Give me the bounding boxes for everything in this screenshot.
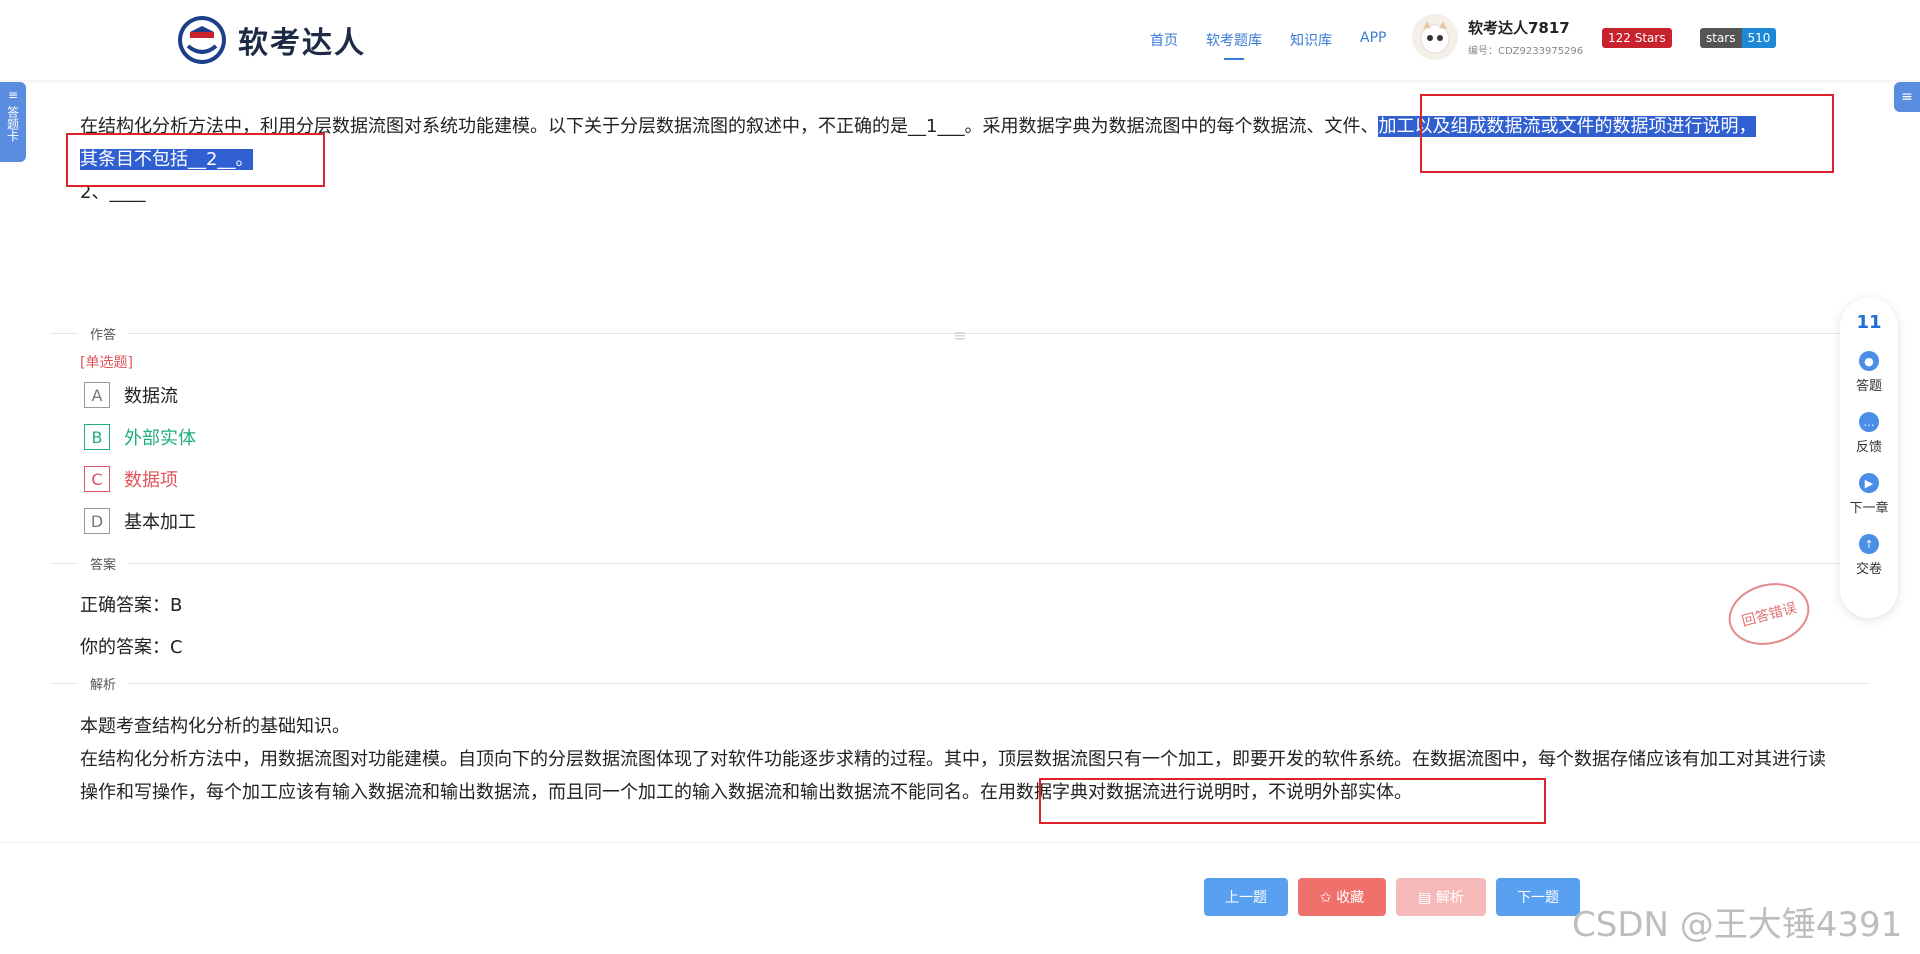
gitee-stars-badge[interactable]: 122 Stars: [1602, 28, 1672, 48]
option-letter: B: [84, 424, 110, 450]
user-profile[interactable]: 软考达人7817 编号：CDZ9233975296: [1412, 14, 1583, 60]
your-answer: 你的答案：C: [80, 637, 183, 658]
brand-name: 软考达人: [238, 26, 366, 61]
chat-icon: ●: [1858, 351, 1879, 371]
section-label-answer-area: 作答: [78, 324, 129, 343]
next-chapter-label: 下一章: [1849, 501, 1889, 516]
logo-icon: [178, 16, 226, 64]
submit-icon: ↑: [1858, 534, 1879, 554]
wrong-answer-stamp: 回答错误: [1721, 574, 1817, 654]
gitee-stars-label: 122 Stars: [1608, 31, 1666, 45]
annotation-box: [1039, 778, 1546, 824]
divider: [50, 563, 1870, 564]
feedback-button-label: 反馈: [1855, 440, 1882, 455]
cat-avatar-icon: [1420, 21, 1450, 54]
option-text: 外部实体: [124, 428, 196, 449]
main-nav: 首页 软考题库 知识库 APP: [1150, 30, 1414, 60]
skip-next-icon: ▶: [1858, 473, 1879, 493]
nav-question-bank[interactable]: 软考题库: [1206, 30, 1262, 60]
floating-toolbar: 11 ● 答题 … 反馈 ▶ 下一章 ↑ 交卷: [1840, 298, 1898, 618]
favorite-button[interactable]: ✩ 收藏: [1298, 878, 1386, 916]
github-stars-label: stars: [1700, 28, 1742, 48]
user-id: 编号：CDZ9233975296: [1468, 46, 1584, 57]
annotation-box: [66, 133, 325, 187]
analysis-intro: 本题考查结构化分析的基础知识。: [80, 716, 350, 737]
answer-button-label: 答题: [1855, 379, 1882, 394]
question-type: [单选题]: [80, 355, 133, 371]
submit-button-label: 交卷: [1855, 562, 1882, 577]
nav-home[interactable]: 首页: [1150, 30, 1178, 50]
divider: [50, 683, 1870, 684]
option-letter: C: [84, 466, 110, 492]
github-stars-count: 510: [1741, 28, 1777, 48]
github-stars-badge[interactable]: stars 510: [1700, 28, 1777, 48]
option-text: 数据项: [124, 470, 178, 491]
submit-button[interactable]: ↑ 交卷: [1856, 534, 1882, 577]
option-a[interactable]: A 数据流: [84, 382, 178, 408]
analysis-body: 在结构化分析方法中，用数据流图对功能建模。自顶向下的分层数据流图体现了对软件功能…: [80, 749, 1826, 803]
option-text: 基本加工: [124, 512, 196, 533]
brand-logo[interactable]: 软考达人: [176, 14, 366, 66]
drag-handle-icon[interactable]: ≡: [948, 326, 972, 345]
option-d[interactable]: D 基本加工: [84, 508, 196, 534]
avatar[interactable]: [1412, 14, 1458, 60]
question-counter: 11: [1856, 312, 1882, 333]
previous-question-button[interactable]: 上一题: [1204, 878, 1288, 916]
section-label-analysis: 解析: [78, 674, 129, 693]
option-c[interactable]: C 数据项: [84, 466, 178, 492]
analysis-paragraph: 在结构化分析方法中，用数据流图对功能建模。自顶向下的分层数据流图体现了对软件功能…: [80, 743, 1840, 809]
next-chapter-button[interactable]: ▶ 下一章: [1849, 473, 1889, 516]
correct-answer: 正确答案：B: [80, 595, 183, 616]
answer-button[interactable]: ● 答题: [1856, 351, 1882, 394]
watermark: CSDN @王大锤4391: [1572, 905, 1903, 945]
menu-icon: ≡: [7, 88, 19, 102]
option-b[interactable]: B 外部实体: [84, 424, 196, 450]
feedback-button[interactable]: … 反馈: [1856, 412, 1882, 455]
option-letter: D: [84, 508, 110, 534]
menu-icon: ≡: [1901, 89, 1913, 105]
option-text: 数据流: [124, 386, 178, 407]
nav-knowledge[interactable]: 知识库: [1290, 30, 1332, 50]
nav-app[interactable]: APP: [1360, 30, 1386, 50]
option-letter: A: [84, 382, 110, 408]
annotation-box: [1420, 94, 1834, 173]
analysis-text: 本题考查结构化分析的基础知识。 在结构化分析方法中，用数据流图对功能建模。自顶向…: [80, 710, 1840, 809]
answer-card-label: 答题卡: [5, 106, 20, 142]
right-menu-tab[interactable]: ≡: [1894, 82, 1920, 112]
section-label-answer: 答案: [78, 554, 129, 573]
user-name: 软考达人7817: [1468, 19, 1570, 37]
feedback-icon: …: [1858, 412, 1879, 432]
answer-card-tab[interactable]: ≡ 答题卡: [0, 82, 26, 162]
top-header: 软考达人 首页 软考题库 知识库 APP 软考达人7817 编号：CDZ9233…: [0, 0, 1920, 80]
next-question-button[interactable]: 下一题: [1496, 878, 1580, 916]
analysis-button[interactable]: ▤ 解析: [1396, 878, 1486, 916]
